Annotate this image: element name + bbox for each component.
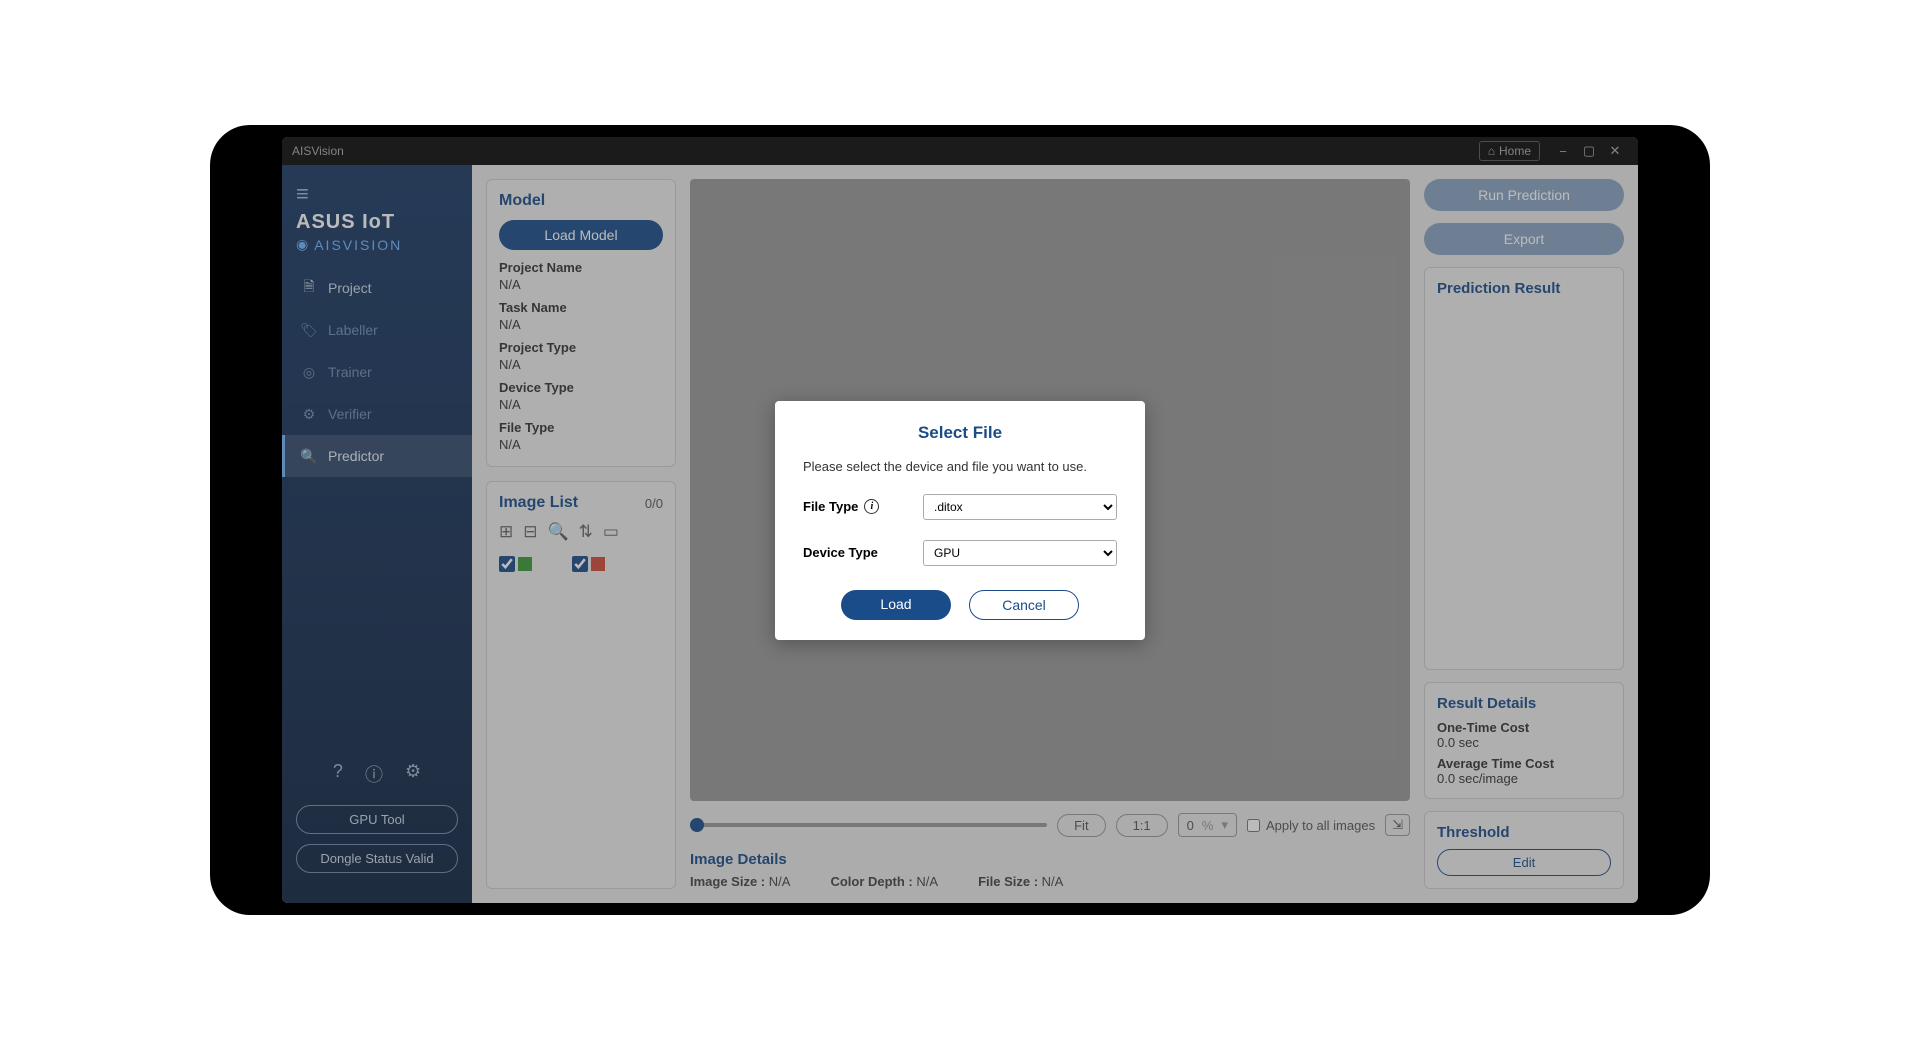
load-button[interactable]: Load: [841, 590, 951, 620]
dialog-title: Select File: [803, 423, 1117, 443]
modal-scrim: Select File Please select the device and…: [282, 137, 1638, 903]
info-icon[interactable]: i: [864, 499, 879, 514]
dialog-file-type-label: File Type: [803, 499, 858, 514]
file-type-select[interactable]: .ditox: [923, 494, 1117, 520]
select-file-dialog: Select File Please select the device and…: [775, 401, 1145, 640]
dialog-device-type-label: Device Type: [803, 545, 923, 560]
dialog-message: Please select the device and file you wa…: [803, 459, 1117, 474]
cancel-button[interactable]: Cancel: [969, 590, 1079, 620]
device-type-select[interactable]: GPU: [923, 540, 1117, 566]
